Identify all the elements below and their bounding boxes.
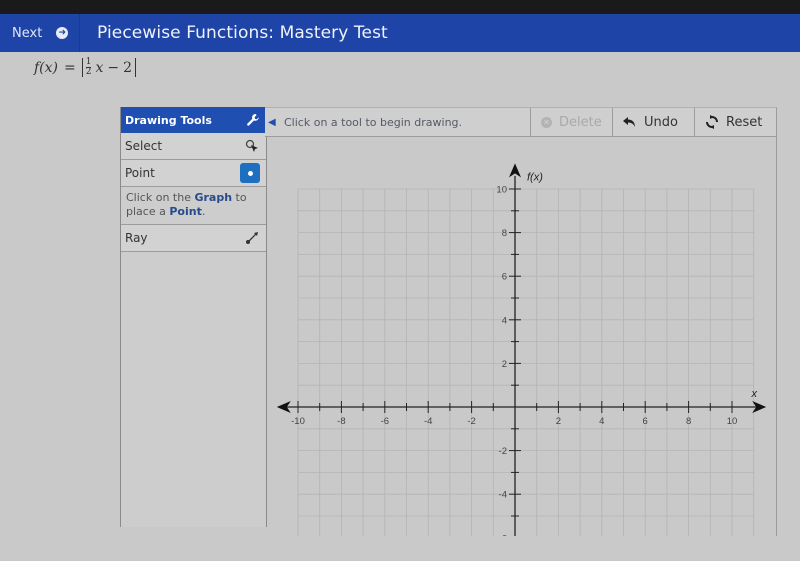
- graph-toolbar: ◀ Click on a tool to begin drawing. ✕ De…: [265, 107, 777, 137]
- x-tick-label: -6: [381, 416, 389, 427]
- grid-lines: [297, 188, 755, 548]
- arrow-right-circle-icon: ➜: [56, 27, 69, 39]
- browser-top-strip: [0, 0, 800, 14]
- tool-point-label: Point: [125, 166, 155, 180]
- drawing-tools-panel: Drawing Tools Select Point Click on the …: [120, 107, 267, 527]
- graph-area[interactable]: x f(x) -10 -8 -6 -4 -2 2 4 6 8 10 10 8 6 4 2 -2 -4 -6: [265, 136, 777, 548]
- y-tick-label: 4: [502, 315, 507, 326]
- fraction: 1 2: [85, 58, 92, 77]
- tool-ray[interactable]: Ray: [121, 225, 266, 252]
- undo-icon: [623, 117, 635, 127]
- x-tick-label: 8: [686, 416, 691, 427]
- delete-button[interactable]: ✕ Delete: [530, 108, 612, 136]
- drawing-tools-title: Drawing Tools: [125, 113, 212, 127]
- x-tick-label: -4: [424, 416, 432, 427]
- tool-ray-label: Ray: [125, 231, 148, 245]
- y-tick-label: 2: [502, 359, 507, 370]
- tool-point[interactable]: Point: [121, 160, 266, 187]
- formula-equals: =: [64, 59, 76, 76]
- header-bar: Next ➜ Piecewise Functions: Mastery Test: [0, 14, 800, 52]
- y-axis-label: f(x): [527, 171, 543, 183]
- select-cursor-icon: [245, 139, 258, 152]
- y-tick-label: 8: [502, 228, 507, 239]
- function-formula: f(x) = 1 2 x − 2: [34, 58, 137, 77]
- x-tick-label: 10: [727, 416, 738, 427]
- delete-label: Delete: [559, 114, 602, 130]
- y-tick-label: -6: [499, 533, 507, 536]
- next-label: Next: [12, 25, 43, 41]
- next-button[interactable]: Next ➜: [0, 14, 80, 52]
- wrench-icon: [247, 114, 259, 126]
- axis-tick-labels: -10 -8 -6 -4 -2 2 4 6 8 10 10 8 6 4 2 -2 -4 -6: [291, 185, 738, 545]
- formula-minus: −: [107, 59, 120, 76]
- x-axis-label: x: [751, 388, 758, 400]
- hint-bold-graph: Graph: [194, 191, 233, 204]
- hint-bold-point: Point: [169, 205, 202, 218]
- toolbar-status: Click on a tool to begin drawing.: [284, 115, 463, 129]
- x-tick-label: -8: [337, 416, 345, 427]
- y-tick-label: -2: [499, 446, 507, 457]
- absolute-value-expression: 1 2 x − 2: [81, 58, 137, 77]
- x-tick-label: -10: [291, 416, 305, 427]
- y-tick-label: 10: [496, 185, 507, 196]
- hint-text: Click on the: [126, 191, 195, 204]
- fraction-denominator: 2: [85, 67, 92, 77]
- x-tick-label: 2: [556, 416, 561, 427]
- reset-label: Reset: [726, 114, 763, 130]
- tool-select[interactable]: Select: [121, 133, 266, 160]
- axes: x f(x): [276, 163, 767, 536]
- reset-button[interactable]: Reset: [694, 108, 776, 136]
- formula-constant: 2: [123, 59, 133, 76]
- undo-button[interactable]: Undo: [612, 108, 694, 136]
- tool-hint: Click on the Graph to place a Point.: [121, 187, 266, 225]
- delete-icon: ✕: [541, 116, 552, 128]
- ray-icon: [246, 232, 258, 244]
- collapse-panel-icon[interactable]: ◀: [268, 117, 280, 128]
- x-tick-label: 4: [599, 416, 604, 427]
- y-axis-up-arrow: [509, 163, 521, 178]
- drawing-tools-header: Drawing Tools: [121, 107, 266, 133]
- formula-variable: x: [95, 59, 104, 76]
- formula-lhs: f(x): [34, 59, 59, 76]
- coordinate-graph[interactable]: x f(x) -10 -8 -6 -4 -2 2 4 6 8 10 10 8 6 4 2 -2 -4 -6: [265, 136, 776, 548]
- point-icon: [240, 163, 260, 183]
- y-tick-label: 6: [502, 272, 507, 283]
- page-title: Piecewise Functions: Mastery Test: [97, 23, 388, 43]
- reset-icon: [706, 115, 718, 129]
- tool-select-label: Select: [125, 139, 163, 153]
- x-tick-label: 6: [643, 416, 648, 427]
- undo-label: Undo: [644, 114, 678, 130]
- y-tick-label: -4: [499, 490, 507, 501]
- x-tick-label: -2: [467, 416, 475, 427]
- hint-text-end: .: [201, 205, 206, 218]
